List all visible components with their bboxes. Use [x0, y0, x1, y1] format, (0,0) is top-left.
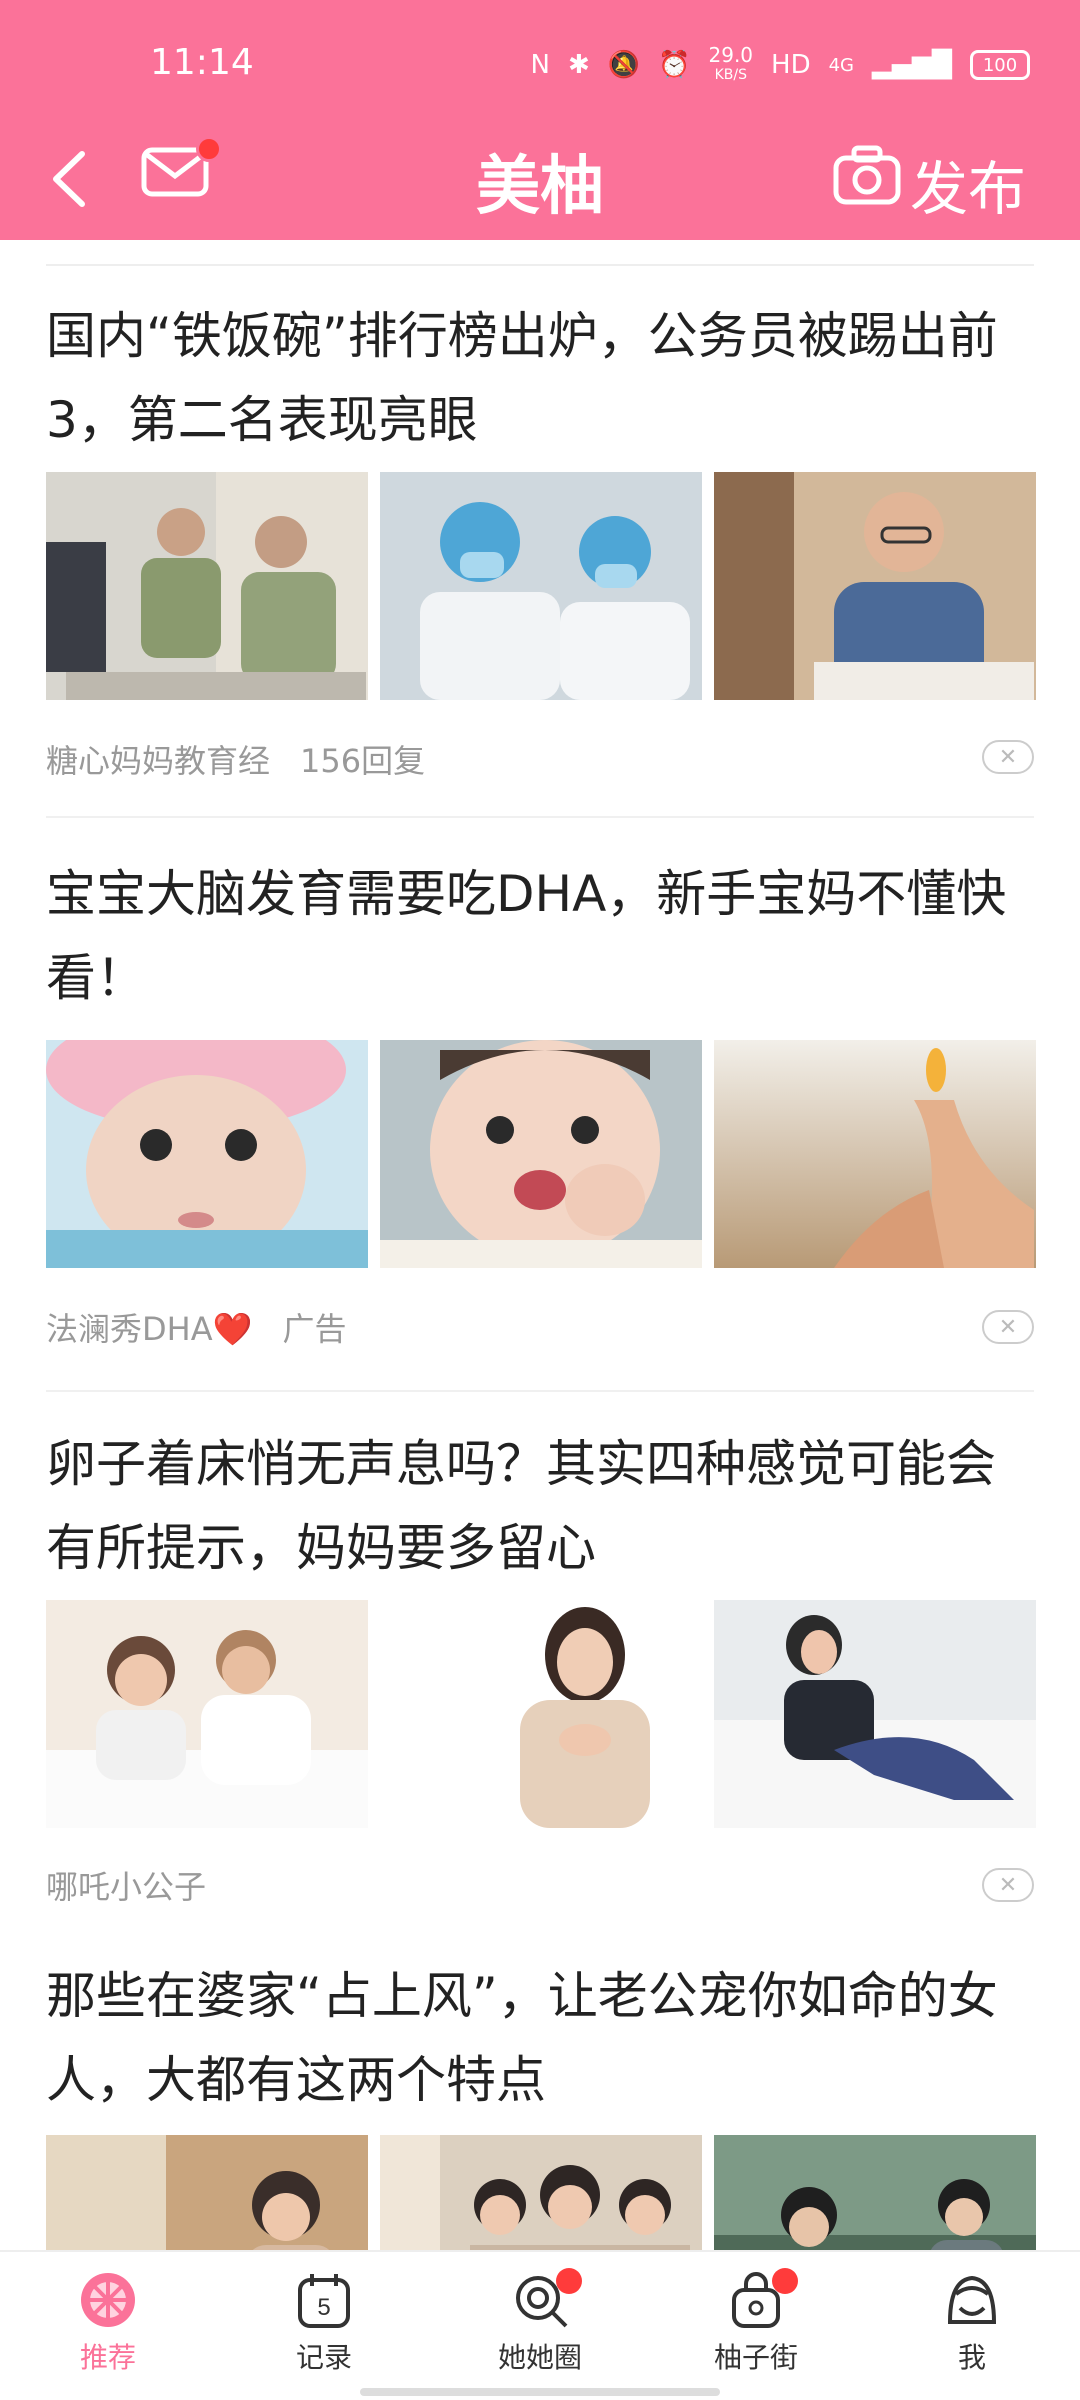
post-source[interactable]: 法澜秀DHA❤️ — [46, 1304, 252, 1350]
tab-label: 我 — [957, 2341, 986, 2374]
thumbnail-image[interactable] — [714, 2135, 1036, 2250]
tab-label: 她她圈 — [497, 2341, 582, 2374]
app-header: 11:14 N ✱ 🔕 ⏰ 29.0 KB/S HD 4G ▂▄▆█ 100 美… — [0, 0, 1080, 240]
thumbnail-image[interactable] — [46, 472, 368, 700]
tab-me[interactable]: 我 — [892, 2270, 1052, 2376]
divider — [46, 264, 1034, 266]
thumbnail-image[interactable] — [714, 1600, 1036, 1828]
thumbnail-row — [46, 1600, 1036, 1828]
post-title[interactable]: 那些在婆家“占上风”，让老公宠你如命的女人，大都有这两个特点 — [46, 1954, 1036, 2122]
home-indicator[interactable] — [360, 2388, 720, 2396]
ad-label: 广告 — [282, 1310, 347, 1348]
thumbnail-row — [46, 1040, 1036, 1268]
thumbnail-image[interactable] — [380, 2135, 702, 2250]
post-source[interactable]: 糖心妈妈教育经 — [46, 736, 270, 782]
status-time: 11:14 — [150, 42, 254, 83]
thumbnail-image[interactable] — [380, 1040, 702, 1268]
thumbnail-row — [46, 472, 1036, 700]
close-icon[interactable]: ✕ — [982, 1310, 1034, 1344]
bottom-tab-bar: 推荐 5 记录 她她圈 柚子街 我 — [0, 2250, 1080, 2400]
tab-label: 记录 — [295, 2341, 352, 2374]
post-title[interactable]: 卵子着床悄无声息吗？其实四种感觉可能会有所提示，妈妈要多留心 — [46, 1422, 1036, 1590]
nfc-icon: N — [530, 50, 550, 80]
tab-recommend[interactable]: 推荐 — [28, 2270, 188, 2376]
alarm-icon: ⏰ — [658, 50, 691, 80]
speed-value: 29.0 — [708, 43, 754, 67]
status-bar: 11:14 N ✱ 🔕 ⏰ 29.0 KB/S HD 4G ▂▄▆█ 100 — [0, 0, 1080, 130]
status-icons: N ✱ 🔕 ⏰ 29.0 KB/S HD 4G ▂▄▆█ 100 — [530, 45, 1030, 85]
close-icon[interactable]: ✕ — [982, 1868, 1034, 1902]
speed-unit: KB/S — [714, 67, 747, 83]
thumbnail-image[interactable] — [380, 472, 702, 700]
thumbnail-image[interactable] — [46, 2135, 368, 2250]
battery-level: 100 — [982, 54, 1018, 76]
notification-dot — [556, 2268, 582, 2294]
grapefruit-icon — [81, 2273, 135, 2327]
post-meta: 法澜秀DHA❤️ 广告 — [46, 1304, 346, 1350]
tab-label: 推荐 — [79, 2341, 136, 2374]
camera-icon[interactable] — [832, 144, 902, 208]
reply-count: 156回复 — [300, 742, 426, 780]
publish-button[interactable]: 发布 — [910, 142, 1026, 226]
divider — [46, 1390, 1034, 1392]
post-source[interactable]: 哪吒小公子 — [46, 1862, 206, 1908]
bluetooth-icon: ✱ — [567, 50, 590, 80]
post-title[interactable]: 国内“铁饭碗”排行榜出炉，公务员被踢出前3，第二名表现亮眼 — [46, 294, 1036, 462]
thumbnail-row — [46, 2135, 1036, 2250]
thumbnail-image[interactable] — [380, 1600, 702, 1828]
post-title[interactable]: 宝宝大脑发育需要吃DHA，新手宝妈不懂快看！ — [46, 852, 1036, 1020]
network-speed: 29.0 KB/S — [709, 45, 754, 85]
calendar-icon: 5 — [298, 2274, 350, 2328]
tab-shop[interactable]: 柚子街 — [676, 2268, 836, 2376]
close-icon[interactable]: ✕ — [982, 740, 1034, 774]
post-meta: 糖心妈妈教育经 156回复 — [46, 736, 425, 782]
thumbnail-image[interactable] — [46, 1040, 368, 1268]
signal-icon: ▂▄▆█ — [872, 50, 952, 80]
hd-indicator: HD — [771, 50, 811, 80]
user-icon — [947, 2275, 997, 2324]
calendar-day: 5 — [317, 2294, 330, 2321]
battery-icon: 100 — [970, 50, 1030, 80]
tab-record[interactable]: 5 记录 — [244, 2270, 404, 2376]
nav-bar: 美柚 发布 — [0, 120, 1080, 240]
tab-circle[interactable]: 她她圈 — [460, 2268, 620, 2376]
thumbnail-image[interactable] — [714, 1040, 1036, 1268]
net-type: 4G — [828, 54, 855, 76]
notification-dot — [772, 2268, 798, 2294]
thumbnail-image[interactable] — [714, 472, 1036, 700]
post-meta: 哪吒小公子 — [46, 1862, 206, 1908]
thumbnail-image[interactable] — [46, 1600, 368, 1828]
mute-icon: 🔕 — [607, 50, 641, 80]
tab-label: 柚子街 — [713, 2341, 798, 2374]
feed-list[interactable]: 国内“铁饭碗”排行榜出炉，公务员被踢出前3，第二名表现亮眼 糖心妈妈教育经 15… — [0, 240, 1080, 2250]
divider — [46, 816, 1034, 818]
